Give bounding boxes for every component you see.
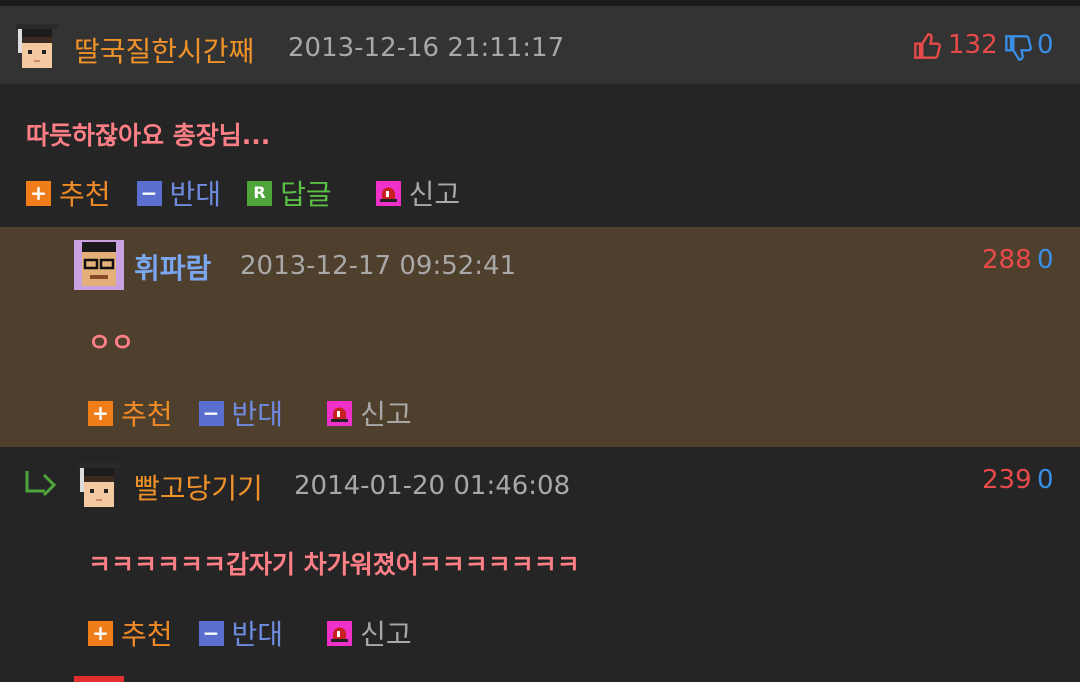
comment-actions: + 추천 − 반대 신고 <box>88 393 438 433</box>
minus-icon: − <box>198 620 224 646</box>
student-avatar-icon[interactable] <box>12 22 62 72</box>
oppose-button[interactable]: − 반대 <box>198 393 284 433</box>
nickname[interactable]: 딸국질한시간째 <box>74 30 254 70</box>
siren-icon <box>375 180 401 206</box>
minus-icon: − <box>136 180 162 206</box>
reply-button[interactable]: R 답글 <box>247 173 332 213</box>
downvote-count: 0 <box>1037 30 1054 60</box>
oppose-label: 반대 <box>231 618 284 651</box>
report-label: 신고 <box>360 618 412 651</box>
comment-body: ㅋㅋㅋㅋㅋㅋ갑자기 차가워졌어ㅋㅋㅋㅋㅋㅋㅋ <box>88 550 580 579</box>
downvote-count: 0 <box>1037 465 1054 495</box>
nickname[interactable]: 빨고당기기 <box>134 467 263 507</box>
recommend-label: 추천 <box>121 398 173 431</box>
comment-body: 따듯하잖아요 총장님... <box>26 121 271 150</box>
glasses-man-avatar-icon[interactable] <box>74 240 124 290</box>
recommend-button[interactable]: + 추천 <box>26 173 111 213</box>
oppose-label: 반대 <box>169 178 222 211</box>
upvote-count: 288 <box>982 245 1032 275</box>
thumb-down-icon[interactable] <box>1004 34 1032 62</box>
downvote-count: 0 <box>1037 245 1054 275</box>
comment-header: 딸국질한시간째 2013-12-16 21:11:17 132 0 <box>0 6 1080 84</box>
next-comment-avatar-edge <box>74 676 124 682</box>
siren-icon <box>327 620 353 646</box>
report-label: 신고 <box>408 178 461 211</box>
report-button[interactable]: 신고 <box>327 393 412 433</box>
thumb-up-icon[interactable] <box>913 32 941 60</box>
comment-date: 2013-12-16 21:11:17 <box>288 33 565 63</box>
recommend-label: 추천 <box>59 178 111 211</box>
minus-icon: − <box>198 400 224 426</box>
comment-actions: + 추천 − 반대 R 답글 신고 <box>26 173 486 213</box>
comment-date: 2013-12-17 09:52:41 <box>240 251 517 281</box>
plus-icon: + <box>26 180 51 206</box>
recommend-label: 추천 <box>121 618 173 651</box>
recommend-button[interactable]: + 추천 <box>88 393 173 433</box>
comment-3: 빨고당기기 2014-01-20 01:46:08 239 0 ㅋㅋㅋㅋㅋㅋ갑자… <box>0 447 1080 682</box>
oppose-button[interactable]: − 반대 <box>198 613 284 653</box>
comment-date: 2014-01-20 01:46:08 <box>294 471 571 501</box>
report-button[interactable]: 신고 <box>375 173 461 213</box>
student-avatar-icon[interactable] <box>74 461 124 511</box>
r-icon: R <box>247 180 273 206</box>
comment-1: 딸국질한시간째 2013-12-16 21:11:17 132 0 따듯하잖아요… <box>0 6 1080 227</box>
comment-body: ㅇㅇ <box>88 328 135 357</box>
report-button[interactable]: 신고 <box>327 613 412 653</box>
reply-label: 답글 <box>280 178 332 211</box>
oppose-label: 반대 <box>231 398 284 431</box>
comment-actions: + 추천 − 반대 신고 <box>88 613 438 653</box>
plus-icon: + <box>88 620 113 646</box>
report-label: 신고 <box>360 398 412 431</box>
siren-icon <box>327 400 353 426</box>
reply-arrow-icon <box>25 471 57 497</box>
nickname[interactable]: 휘파람 <box>134 247 211 287</box>
recommend-button[interactable]: + 추천 <box>88 613 173 653</box>
upvote-count: 132 <box>948 30 998 60</box>
upvote-count: 239 <box>982 465 1032 495</box>
oppose-button[interactable]: − 반대 <box>136 173 222 213</box>
plus-icon: + <box>88 400 113 426</box>
comment-2: 휘파람 2013-12-17 09:52:41 288 0 ㅇㅇ + 추천 − … <box>0 227 1080 447</box>
